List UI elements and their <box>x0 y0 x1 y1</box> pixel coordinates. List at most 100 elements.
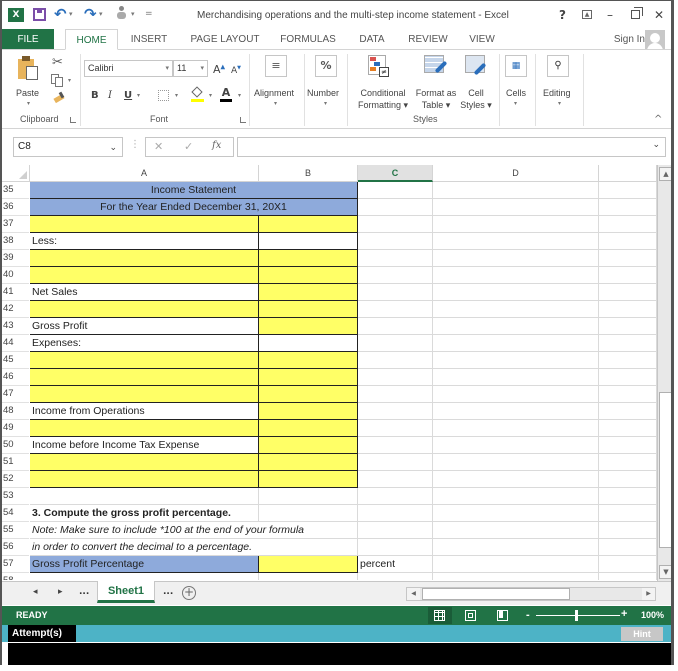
cell-a47[interactable] <box>30 386 259 403</box>
copy-dropdown-icon[interactable]: ▾ <box>68 77 71 84</box>
cell-b44[interactable] <box>258 335 358 352</box>
paste-button[interactable]: Paste <box>16 87 39 99</box>
cell-d39[interactable] <box>433 250 599 267</box>
name-box-dropdown-icon[interactable]: ⌄ <box>109 138 117 156</box>
cancel-entry-icon[interactable]: ✕ <box>154 140 163 153</box>
paste-dropdown-icon[interactable]: ▾ <box>27 100 30 107</box>
cell-c43[interactable] <box>358 318 433 335</box>
cell-a39[interactable] <box>30 250 259 267</box>
conditional-formatting-button[interactable]: Conditional Formatting ▾ <box>352 87 414 111</box>
cell-e52[interactable] <box>599 471 657 488</box>
alignment-button[interactable]: Alignment <box>254 87 294 99</box>
cell-e54[interactable] <box>599 505 657 522</box>
cell-a36-merged[interactable]: For the Year Ended December 31, 20X1 <box>30 199 358 216</box>
cell-a51[interactable] <box>30 454 259 471</box>
cell-d45[interactable] <box>433 352 599 369</box>
cell-a55[interactable]: Note: Make sure to include *100 at the e… <box>30 522 304 539</box>
cell-e48[interactable] <box>599 403 657 420</box>
undo-icon[interactable]: ↶ <box>54 5 67 23</box>
cell-e47[interactable] <box>599 386 657 403</box>
borders-icon[interactable] <box>158 90 169 101</box>
scroll-down-button[interactable]: ▼ <box>659 565 671 579</box>
cell-d58[interactable] <box>433 573 599 580</box>
cell-e46[interactable] <box>599 369 657 386</box>
sign-in-link[interactable]: Sign In <box>614 34 645 45</box>
cell-a45[interactable] <box>30 352 259 369</box>
cell-e36[interactable] <box>599 199 657 216</box>
alignment-dropdown-icon[interactable]: ▾ <box>274 100 277 107</box>
cell-styles-icon[interactable] <box>465 55 489 77</box>
touch-dropdown-icon[interactable]: ▾ <box>131 10 135 18</box>
format-as-table-button[interactable]: Format as Table ▾ <box>412 87 460 111</box>
cell-b56[interactable] <box>259 539 358 556</box>
row-header[interactable]: 36 <box>2 199 29 216</box>
cell-b45[interactable] <box>258 352 358 369</box>
cell-b41[interactable] <box>258 284 358 301</box>
zoom-level[interactable]: 100% <box>641 610 664 620</box>
row-header[interactable]: 41 <box>2 284 29 301</box>
cell-d48[interactable] <box>433 403 599 420</box>
cell-c51[interactable] <box>358 454 433 471</box>
cell-b47[interactable] <box>258 386 358 403</box>
cell-e49[interactable] <box>599 420 657 437</box>
cell-d41[interactable] <box>433 284 599 301</box>
cell-b51[interactable] <box>258 454 358 471</box>
cell-a40[interactable] <box>30 267 259 284</box>
touch-mode-icon[interactable] <box>117 6 126 20</box>
tab-view[interactable]: VIEW <box>466 29 498 50</box>
close-button[interactable]: ✕ <box>654 8 664 22</box>
tab-page-layout[interactable]: PAGE LAYOUT <box>188 29 262 50</box>
cell-a42[interactable] <box>30 301 259 318</box>
horizontal-scroll-thumb[interactable] <box>422 588 570 600</box>
restore-button[interactable] <box>631 7 643 19</box>
font-name-combo[interactable]: Calibri ▾ <box>84 60 173 77</box>
cell-b39[interactable] <box>258 250 358 267</box>
cell-c42[interactable] <box>358 301 433 318</box>
cell-b37[interactable] <box>258 216 358 233</box>
expand-formula-bar-icon[interactable]: ⌄ <box>652 140 660 150</box>
page-layout-view-button[interactable] <box>459 607 483 624</box>
cell-c54[interactable] <box>358 505 433 522</box>
scroll-right-button[interactable]: ▶ <box>642 588 655 600</box>
shrink-font-button[interactable]: A▼ <box>231 65 241 76</box>
cell-a46[interactable] <box>30 369 259 386</box>
font-launcher-icon[interactable] <box>240 117 246 123</box>
cell-styles-button[interactable]: Cell Styles ▾ <box>458 87 494 111</box>
normal-view-button[interactable] <box>428 607 452 624</box>
row-header[interactable]: 40 <box>2 267 29 284</box>
column-header-c[interactable]: C <box>358 165 433 182</box>
row-header[interactable]: 49 <box>2 420 29 437</box>
row-header[interactable]: 44 <box>2 335 29 352</box>
cell-a43[interactable]: Gross Profit <box>30 318 259 335</box>
select-all-corner[interactable] <box>2 165 30 182</box>
cell-d40[interactable] <box>433 267 599 284</box>
cell-b50[interactable] <box>258 437 358 454</box>
row-header[interactable]: 56 <box>2 539 29 556</box>
row-header[interactable]: 53 <box>2 488 29 505</box>
cell-d38[interactable] <box>433 233 599 250</box>
cell-b53[interactable] <box>259 488 358 505</box>
row-header[interactable]: 58 <box>2 573 29 580</box>
cell-d35[interactable] <box>433 182 599 199</box>
cell-d37[interactable] <box>433 216 599 233</box>
cell-e50[interactable] <box>599 437 657 454</box>
row-header[interactable]: 51 <box>2 454 29 471</box>
cell-c47[interactable] <box>358 386 433 403</box>
customize-quick-access-icon[interactable]: = <box>145 9 153 19</box>
paste-icon[interactable] <box>18 56 38 80</box>
cell-c53[interactable] <box>358 488 433 505</box>
cell-b49[interactable] <box>258 420 358 437</box>
cell-d56[interactable] <box>433 539 599 556</box>
cell-a41[interactable]: Net Sales <box>30 284 259 301</box>
cell-d47[interactable] <box>433 386 599 403</box>
cell-e43[interactable] <box>599 318 657 335</box>
font-size-combo[interactable]: 11 ▾ <box>173 60 208 77</box>
cell-c48[interactable] <box>358 403 433 420</box>
more-sheets-right-button[interactable]: ... <box>163 587 173 597</box>
cell-d43[interactable] <box>433 318 599 335</box>
cut-icon[interactable]: ✂ <box>52 55 63 70</box>
scroll-up-button[interactable]: ▲ <box>659 167 671 181</box>
vertical-scrollbar[interactable]: ▲ ▼ <box>657 165 671 581</box>
collapse-ribbon-icon[interactable]: ^ <box>654 114 662 125</box>
grow-font-button[interactable]: A▲ <box>213 63 225 76</box>
